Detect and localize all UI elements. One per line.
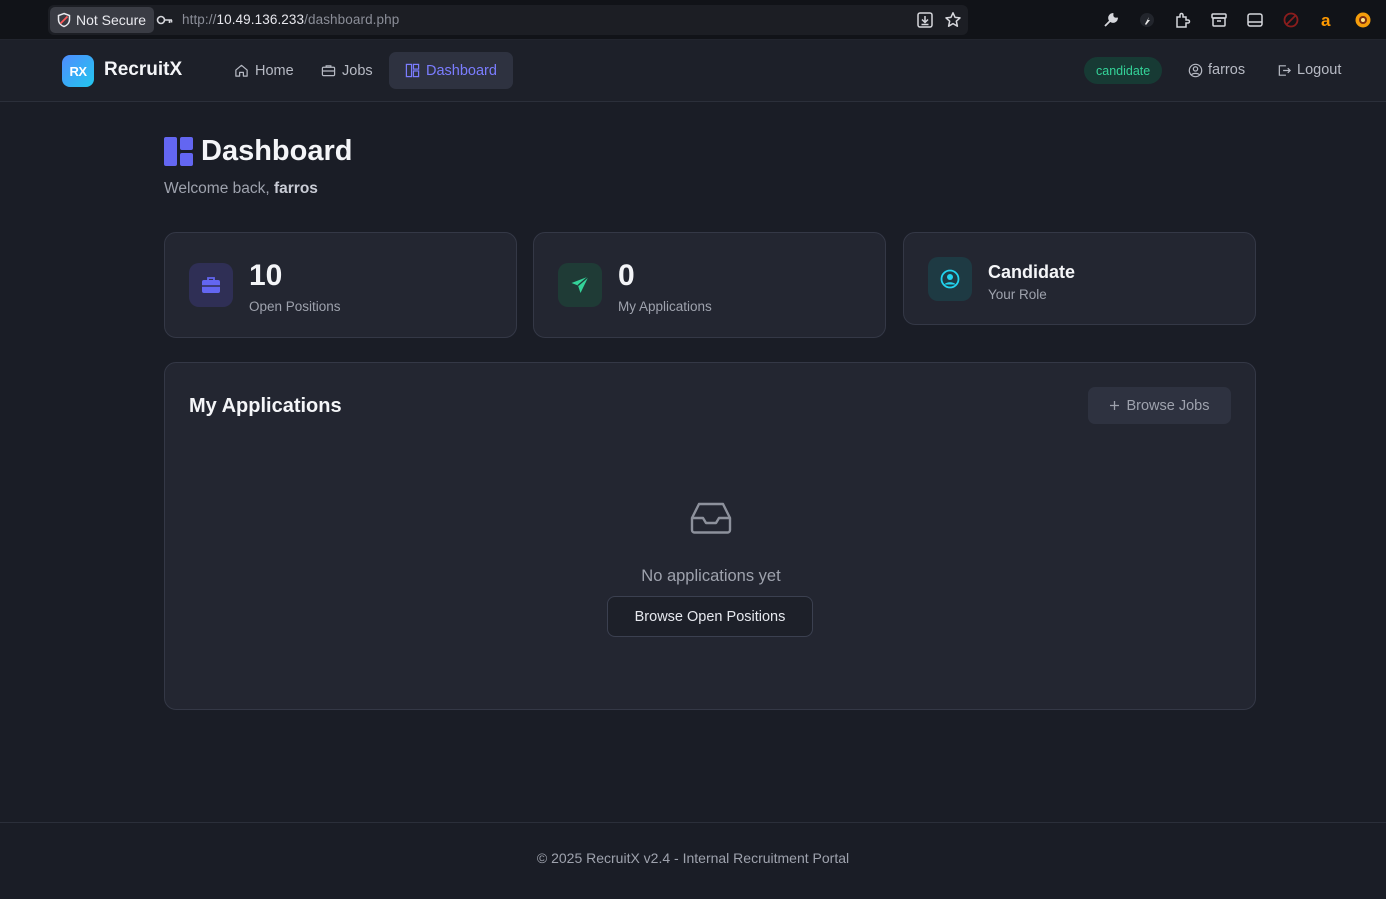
amazon-icon[interactable]: a bbox=[1309, 10, 1345, 30]
stat-card-open-positions: 10 Open Positions bbox=[164, 232, 517, 338]
nav-home[interactable]: Home bbox=[218, 52, 310, 89]
download-icon[interactable] bbox=[916, 11, 934, 29]
url-host: 10.49.136.233 bbox=[216, 12, 305, 27]
plus-icon bbox=[1110, 401, 1120, 410]
archive-icon[interactable] bbox=[1201, 10, 1237, 30]
stat-value: Candidate bbox=[988, 262, 1076, 282]
empty-state-text: No applications yet bbox=[641, 567, 781, 585]
logo-badge[interactable]: RX bbox=[62, 55, 94, 87]
home-icon bbox=[235, 64, 248, 77]
svg-text:a: a bbox=[1321, 11, 1331, 29]
stat-icon-box bbox=[558, 263, 602, 307]
nav-dashboard[interactable]: Dashboard bbox=[389, 52, 513, 89]
user-circle-icon bbox=[1188, 63, 1203, 77]
stat-label: Your Role bbox=[988, 287, 1047, 302]
blocker-icon[interactable] bbox=[1273, 10, 1309, 30]
briefcase-icon bbox=[202, 277, 220, 293]
inbox-icon bbox=[690, 502, 732, 534]
extension-badge-icon[interactable] bbox=[1345, 10, 1381, 30]
nav-user-profile[interactable]: farros bbox=[1188, 62, 1245, 78]
stat-card-my-applications: 0 My Applications bbox=[533, 232, 886, 338]
nav-jobs-label: Jobs bbox=[342, 62, 373, 79]
stat-value: 0 bbox=[618, 259, 635, 292]
footer: © 2025 RecruitX v2.4 - Internal Recruitm… bbox=[0, 822, 1386, 899]
wrench-icon[interactable] bbox=[1093, 10, 1129, 30]
role-badge: candidate bbox=[1084, 57, 1163, 84]
shield-warning-icon bbox=[57, 12, 71, 28]
nav-jobs[interactable]: Jobs bbox=[305, 52, 389, 89]
welcome-prefix: Welcome back, bbox=[164, 180, 274, 197]
bookmark-star-icon[interactable] bbox=[944, 11, 962, 29]
logout-link[interactable]: Logout bbox=[1277, 62, 1341, 78]
stat-label: My Applications bbox=[618, 299, 712, 314]
stat-icon-box bbox=[928, 257, 972, 301]
url-scheme: http:// bbox=[182, 12, 217, 27]
browse-open-positions-button[interactable]: Browse Open Positions bbox=[607, 596, 813, 637]
footer-text: © 2025 RecruitX v2.4 - Internal Recruitm… bbox=[536, 850, 850, 866]
sidebar-icon[interactable] bbox=[1237, 10, 1273, 30]
welcome-message: Welcome back, farros bbox=[164, 180, 318, 198]
nav-dashboard-label: Dashboard bbox=[426, 62, 497, 79]
browse-jobs-label: Browse Jobs bbox=[1126, 397, 1210, 414]
browser-toolbar: Not Secure http://10.49.136.233/dashboar… bbox=[0, 0, 1386, 40]
dashboard-icon bbox=[164, 137, 193, 166]
address-bar[interactable]: Not Secure http://10.49.136.233/dashboar… bbox=[48, 5, 968, 35]
page-heading: Dashboard bbox=[201, 135, 353, 167]
url-path: /dashboard.php bbox=[304, 12, 400, 27]
panel-title: My Applications bbox=[189, 395, 342, 417]
extension-leaf-icon[interactable] bbox=[1129, 10, 1165, 30]
stat-icon-box bbox=[189, 263, 233, 307]
nav-username: farros bbox=[1208, 62, 1246, 78]
url-text[interactable]: http://10.49.136.233/dashboard.php bbox=[182, 12, 399, 27]
browse-jobs-button[interactable]: Browse Jobs bbox=[1088, 387, 1231, 424]
stat-label: Open Positions bbox=[249, 299, 341, 314]
briefcase-icon bbox=[321, 65, 336, 77]
welcome-name: farros bbox=[273, 180, 318, 197]
key-icon[interactable] bbox=[156, 12, 174, 28]
logout-label: Logout bbox=[1297, 62, 1342, 78]
logout-icon bbox=[1278, 64, 1291, 76]
page-title: Dashboard bbox=[164, 135, 352, 168]
paper-plane-icon bbox=[571, 275, 589, 293]
security-label: Not Secure bbox=[76, 12, 147, 28]
dashboard-icon bbox=[405, 63, 420, 78]
brand-name[interactable]: RecruitX bbox=[104, 59, 182, 81]
user-circle-icon bbox=[940, 269, 960, 289]
stat-card-role: Candidate Your Role bbox=[903, 232, 1256, 325]
puzzle-icon[interactable] bbox=[1165, 10, 1201, 30]
app-navbar: RX RecruitX Home Jobs Dashboard candidat… bbox=[0, 40, 1386, 102]
nav-home-label: Home bbox=[255, 62, 294, 79]
stat-value: 10 bbox=[249, 259, 283, 292]
security-indicator[interactable]: Not Secure bbox=[50, 7, 155, 33]
my-applications-panel: My Applications Browse Jobs No applicati… bbox=[164, 362, 1256, 710]
